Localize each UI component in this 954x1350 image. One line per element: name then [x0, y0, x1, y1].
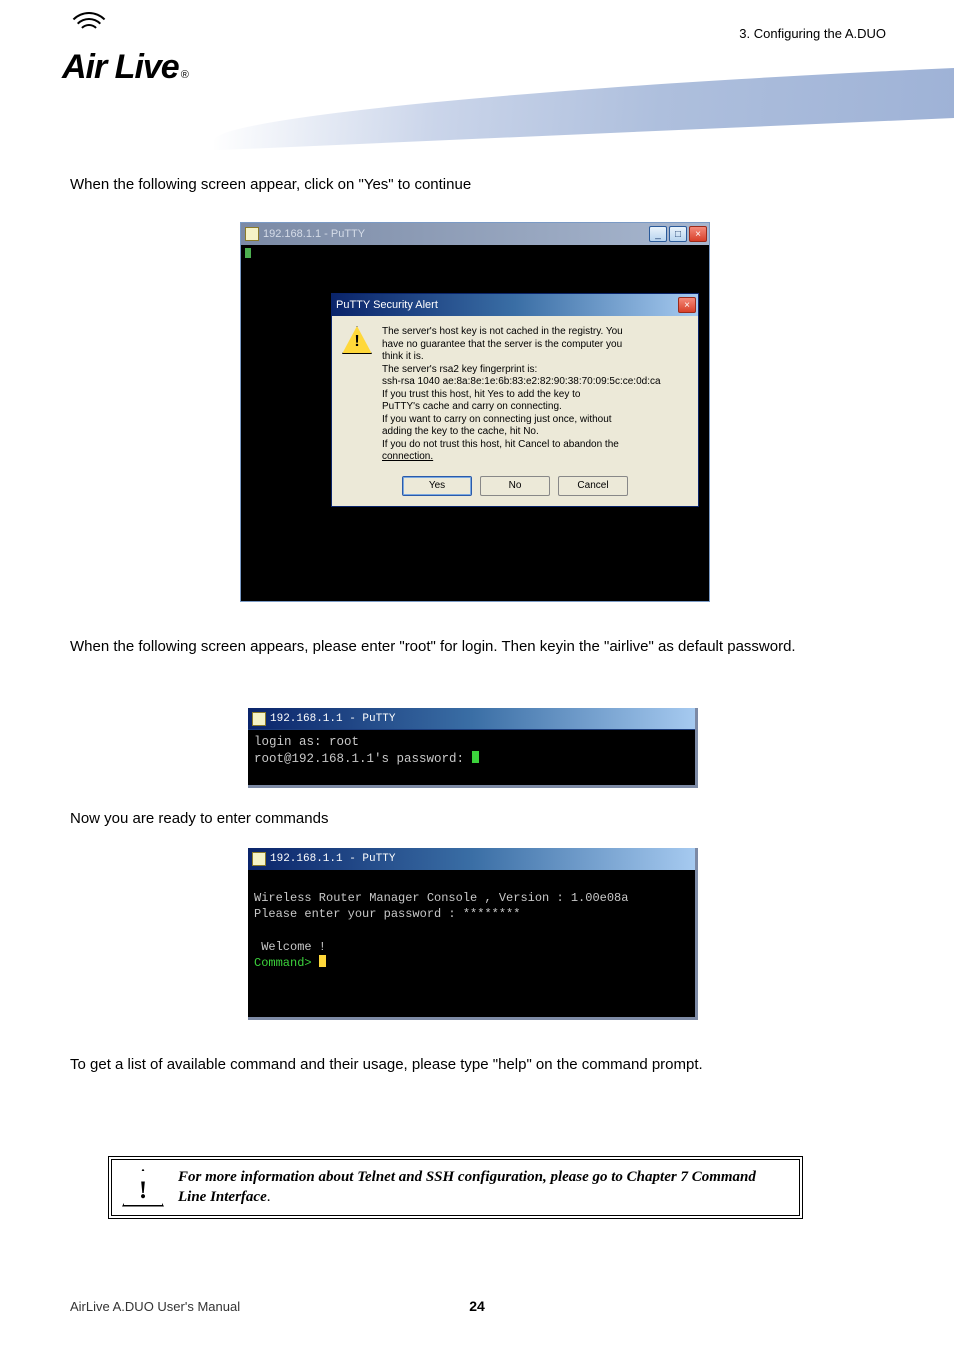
terminal-content: Wireless Router Manager Console , Versio… [248, 870, 695, 975]
alert-line: The server's rsa2 key fingerprint is: [382, 364, 661, 377]
window-title: 192.168.1.1 - PuTTY [270, 853, 395, 865]
callout-text: For more information about Telnet and SS… [178, 1168, 785, 1207]
yes-button[interactable]: Yes [402, 476, 472, 496]
wifi-icon [66, 20, 114, 48]
terminal-content: login as: root root@192.168.1.1's passwo… [248, 730, 695, 772]
no-button[interactable]: No [480, 476, 550, 496]
cursor-icon [472, 751, 479, 763]
putty-icon [245, 227, 259, 241]
alert-line: The server's host key is not cached in t… [382, 326, 661, 339]
alert-line: If you want to carry on connecting just … [382, 414, 661, 427]
putty-icon [252, 712, 266, 726]
footer-page-number: 24 [469, 1298, 485, 1314]
close-button[interactable]: × [689, 226, 707, 242]
footer-manual-title: AirLive A.DUO User's Manual [70, 1299, 240, 1314]
para-3: Now you are ready to enter commands [70, 808, 328, 831]
alert-line: adding the key to the cache, hit No. [382, 426, 661, 439]
term-line: Please enter your password : ******** [254, 907, 520, 921]
cursor-icon [319, 955, 326, 967]
alert-title: PuTTY Security Alert [336, 299, 438, 311]
info-callout: For more information about Telnet and SS… [108, 1156, 803, 1219]
alert-button-row: Yes No Cancel [332, 470, 698, 506]
warning-icon [342, 326, 372, 354]
screenshot-putty-alert: 192.168.1.1 - PuTTY _ □ × PuTTY Security… [240, 222, 710, 602]
window-title: 192.168.1.1 - PuTTY [263, 228, 365, 240]
screenshot-putty-login: 192.168.1.1 - PuTTY login as: root root@… [248, 708, 698, 788]
alert-line: think it is. [382, 351, 661, 364]
security-alert-dialog: PuTTY Security Alert × The server's host… [331, 293, 699, 507]
alert-message: The server's host key is not cached in t… [382, 326, 661, 464]
screenshot-putty-console: 192.168.1.1 - PuTTY Wireless Router Mana… [248, 848, 698, 1020]
header-swoosh [214, 68, 954, 150]
alert-line: If you trust this host, hit Yes to add t… [382, 389, 661, 402]
alert-connection-link[interactable]: connection. [382, 451, 433, 462]
alert-line: ssh-rsa 1040 ae:8a:8e:1e:6b:83:e2:82:90:… [382, 376, 661, 389]
alert-line: If you do not trust this host, hit Cance… [382, 439, 661, 452]
window-title: 192.168.1.1 - PuTTY [270, 713, 395, 725]
brand-logo: Air Live® [62, 20, 188, 87]
maximize-button[interactable]: □ [669, 226, 687, 242]
alert-close-button[interactable]: × [678, 297, 696, 313]
para-2: When the following screen appears, pleas… [70, 636, 886, 659]
para-1: When the following screen appear, click … [70, 174, 471, 197]
window-titlebar-inactive: 192.168.1.1 - PuTTY _ □ × [241, 223, 709, 245]
alert-titlebar: PuTTY Security Alert × [332, 294, 698, 316]
window-titlebar: 192.168.1.1 - PuTTY [248, 708, 695, 730]
window-titlebar: 192.168.1.1 - PuTTY [248, 848, 695, 870]
window-controls: _ □ × [649, 226, 707, 242]
alert-line: PuTTY's cache and carry on connecting. [382, 401, 661, 414]
term-line: Wireless Router Manager Console , Versio… [254, 891, 628, 905]
command-prompt: Command> [254, 956, 319, 970]
logo-registered: ® [181, 69, 188, 81]
term-line: login as: root [254, 735, 359, 749]
cancel-button[interactable]: Cancel [558, 476, 628, 496]
alert-line: have no guarantee that the server is the… [382, 339, 661, 352]
header-chapter: 3. Configuring the A.DUO [739, 24, 886, 44]
term-line: Welcome ! [254, 940, 326, 954]
para-4: To get a list of available command and t… [70, 1054, 886, 1077]
caution-icon [122, 1169, 164, 1207]
putty-icon [252, 852, 266, 866]
minimize-button[interactable]: _ [649, 226, 667, 242]
term-line: root@192.168.1.1's password: [254, 752, 472, 766]
